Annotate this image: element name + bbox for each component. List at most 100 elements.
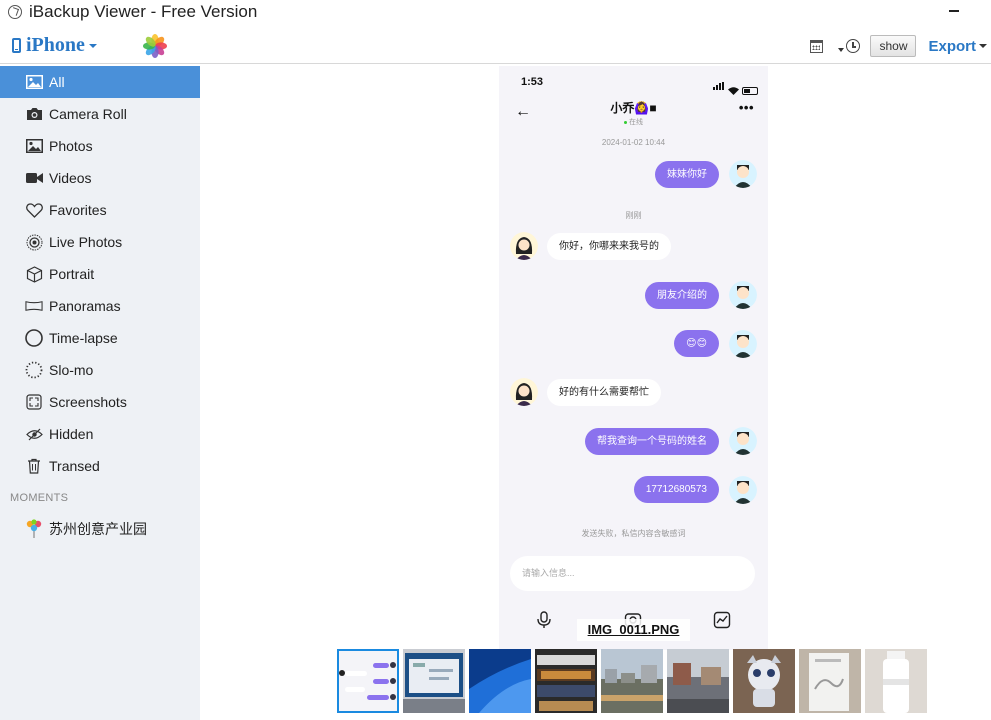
moments-section-label: MOMENTS [10, 492, 69, 504]
status-icons [713, 77, 758, 95]
sidebar-item-label: Photos [49, 138, 93, 154]
status-time: 1:53 [521, 76, 544, 88]
chat-divider-time: 刚刚 [625, 211, 642, 220]
trash-icon [25, 457, 43, 475]
chat-timestamp: 2024-01-02 10:44 [601, 138, 666, 147]
sidebar-item-moment[interactable]: 苏州创意产业园 [0, 513, 200, 545]
chat-bubble-sent: 妹妹你好 [655, 161, 719, 188]
thumbnail-campus-view[interactable] [601, 649, 663, 713]
online-dot-icon [624, 120, 627, 124]
thumbnail-white-bottle[interactable] [865, 649, 927, 713]
chat-bubble-sent: 帮我查询一个号码的姓名 [585, 428, 719, 455]
export-button[interactable]: Export [928, 38, 987, 55]
chat-bubble-sent: 17712680573 [633, 476, 719, 503]
chart-icon [713, 611, 731, 629]
timelapse-icon [25, 329, 43, 347]
minimize-button[interactable] [949, 10, 959, 12]
preview-image[interactable]: 1:53 ← 小乔🙆‍♀️■ 在线 ••• 2024-01-02 10:44 妹… [499, 66, 768, 650]
sidebar-item-label: Transed [49, 458, 100, 474]
chat-bubble-received: 你好，你哪来来我号的 [547, 233, 671, 260]
sidebar-item-label: Camera Roll [49, 106, 127, 122]
chevron-down-icon [88, 43, 97, 48]
thumbnail-street-view[interactable] [667, 649, 729, 713]
chat-status-text: 在线 [629, 119, 643, 126]
sidebar-item-label: Favorites [49, 202, 107, 218]
sidebar-item-label: Time-lapse [49, 330, 118, 346]
avatar [729, 330, 757, 358]
chat-bubble-sent: 😊😊 [674, 330, 719, 357]
pin-icon [25, 519, 43, 538]
sidebar-item-label: Screenshots [49, 394, 127, 410]
slomo-icon [25, 361, 43, 379]
thumbnail-desktop-wallpaper[interactable] [469, 649, 531, 713]
sidebar-item-label: Videos [49, 170, 92, 186]
sidebar-item-videos[interactable]: Videos [0, 162, 200, 194]
photo-icon [25, 73, 43, 91]
thumbnail-monitor-photo[interactable] [403, 649, 465, 713]
toolbar-right-group: show Export [810, 35, 991, 57]
live-photo-icon [25, 233, 43, 251]
title-bar: iBackup Viewer - Free Version [0, 0, 991, 24]
app-icon [8, 5, 22, 19]
thumbnail-chat-screenshot[interactable] [337, 649, 399, 713]
thumbnail-mascot-figure[interactable] [733, 649, 795, 713]
sidebar-item-label: Slo-mo [49, 362, 94, 378]
sidebar-item-label: Panoramas [49, 298, 121, 314]
cube-icon [25, 265, 43, 283]
avatar [729, 427, 757, 455]
avatar [729, 476, 757, 504]
sidebar-item-time-lapse[interactable]: Time-lapse [0, 322, 200, 354]
signal-icon [713, 77, 725, 95]
sidebar-item-hidden[interactable]: Hidden [0, 418, 200, 450]
eye-slash-icon [25, 425, 43, 443]
sidebar-item-live-photos[interactable]: Live Photos [0, 226, 200, 258]
window-title: iBackup Viewer - Free Version [29, 2, 258, 21]
thumbnail-strip [337, 649, 931, 715]
camera-icon [25, 105, 43, 123]
show-button[interactable]: show [870, 35, 917, 57]
sidebar-item-label: All [49, 74, 65, 90]
chat-status: 在线 [499, 117, 768, 127]
calendar-icon[interactable] [810, 39, 824, 53]
export-label: Export [928, 37, 976, 55]
thumbnail-paper-document[interactable] [799, 649, 861, 713]
device-name: iPhone [26, 34, 85, 56]
device-selector[interactable]: iPhone [12, 34, 97, 57]
avatar [510, 232, 538, 260]
sidebar-item-all[interactable]: All [0, 66, 200, 98]
avatar [729, 281, 757, 309]
thumbnail-bookshelf-photo[interactable] [535, 649, 597, 713]
sidebar-item-favorites[interactable]: Favorites [0, 194, 200, 226]
clock-icon[interactable] [846, 39, 861, 53]
chat-title: 小乔🙆‍♀️■ [610, 101, 657, 115]
sidebar-item-label: Live Photos [49, 234, 123, 250]
screenshot-icon [25, 393, 43, 411]
photos-app-icon[interactable] [141, 32, 169, 60]
sidebar-item-label: Hidden [49, 426, 94, 442]
iphone-icon [12, 38, 21, 53]
chat-bubble-sent: 朋友介绍的 [645, 282, 719, 309]
sidebar-item-slo-mo[interactable]: Slo-mo [0, 354, 200, 386]
video-icon [25, 169, 43, 187]
avatar [729, 160, 757, 188]
filename-label: IMG_0011.PNG [577, 619, 690, 641]
photo-icon [25, 137, 43, 155]
sidebar-item-camera-roll[interactable]: Camera Roll [0, 98, 200, 130]
sidebar-item-label: Portrait [49, 266, 95, 282]
sidebar: All Camera Roll Photos Videos Favorites … [0, 66, 200, 720]
chevron-down-icon [979, 44, 987, 48]
sidebar-item-transed[interactable]: Transed [0, 450, 200, 482]
sidebar-item-screenshots[interactable]: Screenshots [0, 386, 200, 418]
main-preview-area: 1:53 ← 小乔🙆‍♀️■ 在线 ••• 2024-01-02 10:44 妹… [200, 66, 991, 720]
battery-icon [742, 87, 758, 95]
sidebar-item-label: 苏州创意产业园 [49, 521, 147, 537]
send-failed-notice: 发送失败，私信内容含敏感词 [581, 529, 686, 538]
sidebar-item-portrait[interactable]: Portrait [0, 258, 200, 290]
sidebar-item-photos[interactable]: Photos [0, 130, 200, 162]
caret-down-icon[interactable] [838, 48, 845, 52]
message-input: 请输入信息... [510, 556, 755, 591]
toolbar: iPhone show Export [0, 30, 991, 64]
microphone-icon [537, 611, 551, 628]
panorama-icon [25, 297, 43, 315]
sidebar-item-panoramas[interactable]: Panoramas [0, 290, 200, 322]
